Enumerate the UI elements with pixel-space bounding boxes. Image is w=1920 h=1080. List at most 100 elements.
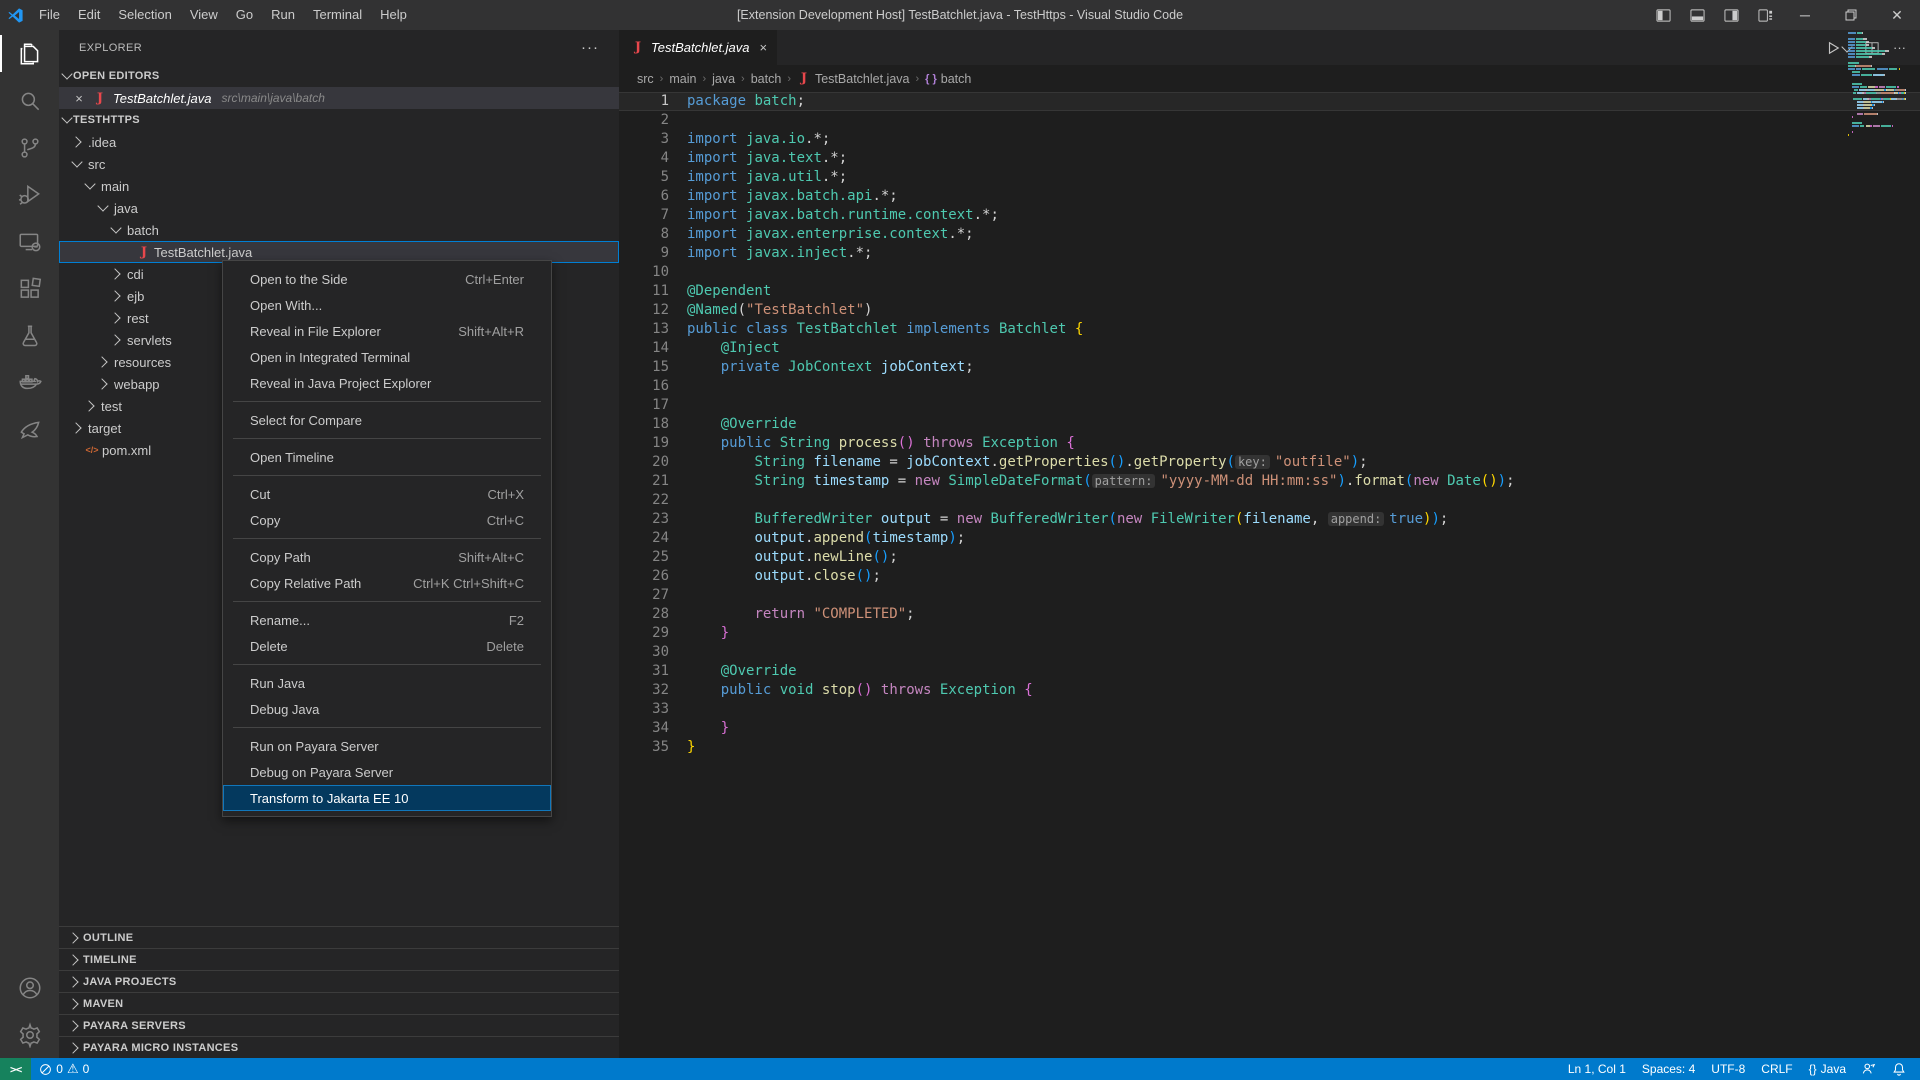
menu-item-reveal-in-file-explorer[interactable]: Reveal in File ExplorerShift+Alt+R [223, 318, 551, 344]
code-line-15[interactable]: 15 private JobContext jobContext; [619, 358, 1920, 377]
code-line-28[interactable]: 28 return "COMPLETED"; [619, 605, 1920, 624]
panel-java-projects[interactable]: JAVA PROJECTS [59, 970, 619, 992]
tree-item-main[interactable]: main [59, 175, 619, 197]
code-line-26[interactable]: 26 output.close(); [619, 567, 1920, 586]
code-line-35[interactable]: 35} [619, 738, 1920, 757]
toggle-secondary-sidebar-icon[interactable] [1714, 0, 1748, 30]
code-line-12[interactable]: 12@Named("TestBatchlet") [619, 301, 1920, 320]
menu-item-reveal-in-java-project-explorer[interactable]: Reveal in Java Project Explorer [223, 370, 551, 396]
tree-item-java[interactable]: java [59, 197, 619, 219]
menu-item-select-for-compare[interactable]: Select for Compare [223, 407, 551, 433]
tree-item--idea[interactable]: .idea [59, 131, 619, 153]
code-line-31[interactable]: 31 @Override [619, 662, 1920, 681]
breadcrumb-testbatchlet-java[interactable]: JTestBatchlet.java [797, 71, 910, 86]
menu-item-open-in-integrated-terminal[interactable]: Open in Integrated Terminal [223, 344, 551, 370]
menu-item-open-timeline[interactable]: Open Timeline [223, 444, 551, 470]
notifications-bell-icon[interactable] [1884, 1058, 1914, 1080]
cursor-position[interactable]: Ln 1, Col 1 [1560, 1058, 1634, 1080]
explorer-icon[interactable] [0, 30, 59, 77]
code-line-5[interactable]: 5import java.util.*; [619, 168, 1920, 187]
code-line-20[interactable]: 20 String filename = jobContext.getPrope… [619, 453, 1920, 472]
code-line-19[interactable]: 19 public String process() throws Except… [619, 434, 1920, 453]
code-line-7[interactable]: 7import javax.batch.runtime.context.*; [619, 206, 1920, 225]
eol-sequence[interactable]: CRLF [1753, 1058, 1800, 1080]
minimize-button[interactable]: ─ [1782, 0, 1828, 30]
menu-item-run-on-payara-server[interactable]: Run on Payara Server [223, 733, 551, 759]
code-line-21[interactable]: 21 String timestamp = new SimpleDateForm… [619, 472, 1920, 491]
menu-item-open-with[interactable]: Open With... [223, 292, 551, 318]
code-line-18[interactable]: 18 @Override [619, 415, 1920, 434]
menu-item-copy-relative-path[interactable]: Copy Relative PathCtrl+K Ctrl+Shift+C [223, 570, 551, 596]
code-line-11[interactable]: 11@Dependent [619, 282, 1920, 301]
remote-indicator[interactable]: >< [0, 1058, 31, 1080]
code-line-24[interactable]: 24 output.append(timestamp); [619, 529, 1920, 548]
minimap[interactable] [1848, 32, 1906, 137]
menu-item-debug-on-payara-server[interactable]: Debug on Payara Server [223, 759, 551, 785]
breadcrumb-batch[interactable]: batch [751, 72, 782, 86]
toggle-sidebar-icon[interactable] [1646, 0, 1680, 30]
toggle-panel-icon[interactable] [1680, 0, 1714, 30]
project-section[interactable]: TESTHTTPS [59, 109, 619, 131]
panel-payara-servers[interactable]: PAYARA SERVERS [59, 1014, 619, 1036]
code-line-4[interactable]: 4import java.text.*; [619, 149, 1920, 168]
customize-layout-icon[interactable] [1748, 0, 1782, 30]
problems-status[interactable]: 0 ⚠ 0 [31, 1058, 97, 1080]
restore-button[interactable] [1828, 0, 1874, 30]
menu-item-debug-java[interactable]: Debug Java [223, 696, 551, 722]
code-line-25[interactable]: 25 output.newLine(); [619, 548, 1920, 567]
tree-item-batch[interactable]: batch [59, 219, 619, 241]
search-icon[interactable] [0, 77, 59, 124]
code-line-27[interactable]: 27 [619, 586, 1920, 605]
language-mode[interactable]: {} Java [1801, 1058, 1854, 1080]
payara-icon[interactable] [0, 406, 59, 453]
menu-go[interactable]: Go [227, 0, 262, 30]
code-editor[interactable]: 1package batch;23import java.io.*;4impor… [619, 92, 1920, 1058]
menu-help[interactable]: Help [371, 0, 416, 30]
open-editor-item[interactable]: × J TestBatchlet.java src\main\java\batc… [59, 87, 619, 109]
tab-testbatchlet[interactable]: J TestBatchlet.java × [619, 30, 778, 65]
encoding[interactable]: UTF-8 [1703, 1058, 1753, 1080]
code-line-17[interactable]: 17 [619, 396, 1920, 415]
menu-file[interactable]: File [30, 0, 69, 30]
feedback-icon[interactable] [1854, 1058, 1884, 1080]
extensions-icon[interactable] [0, 265, 59, 312]
docker-icon[interactable] [0, 359, 59, 406]
breadcrumb-java[interactable]: java [712, 72, 735, 86]
menu-item-delete[interactable]: DeleteDelete [223, 633, 551, 659]
code-line-9[interactable]: 9import javax.inject.*; [619, 244, 1920, 263]
explorer-more-actions-icon[interactable]: ··· [581, 39, 599, 56]
breadcrumb-src[interactable]: src [637, 72, 654, 86]
code-line-1[interactable]: 1package batch; [619, 92, 1920, 111]
panel-maven[interactable]: MAVEN [59, 992, 619, 1014]
run-debug-icon[interactable] [0, 171, 59, 218]
menu-item-open-to-the-side[interactable]: Open to the SideCtrl+Enter [223, 266, 551, 292]
code-line-13[interactable]: 13public class TestBatchlet implements B… [619, 320, 1920, 339]
menu-item-run-java[interactable]: Run Java [223, 670, 551, 696]
code-line-32[interactable]: 32 public void stop() throws Exception { [619, 681, 1920, 700]
code-line-30[interactable]: 30 [619, 643, 1920, 662]
code-line-10[interactable]: 10 [619, 263, 1920, 282]
code-line-2[interactable]: 2 [619, 111, 1920, 130]
menu-item-cut[interactable]: CutCtrl+X [223, 481, 551, 507]
code-line-29[interactable]: 29 } [619, 624, 1920, 643]
code-line-22[interactable]: 22 [619, 491, 1920, 510]
close-button[interactable]: ✕ [1874, 0, 1920, 30]
code-line-3[interactable]: 3import java.io.*; [619, 130, 1920, 149]
menu-terminal[interactable]: Terminal [304, 0, 371, 30]
indentation[interactable]: Spaces: 4 [1634, 1058, 1703, 1080]
menu-item-copy-path[interactable]: Copy PathShift+Alt+C [223, 544, 551, 570]
code-line-14[interactable]: 14 @Inject [619, 339, 1920, 358]
close-editor-icon[interactable]: × [71, 91, 87, 106]
code-line-16[interactable]: 16 [619, 377, 1920, 396]
panel-timeline[interactable]: TIMELINE [59, 948, 619, 970]
code-line-8[interactable]: 8import javax.enterprise.context.*; [619, 225, 1920, 244]
menu-view[interactable]: View [181, 0, 227, 30]
menu-edit[interactable]: Edit [69, 0, 109, 30]
remote-explorer-icon[interactable] [0, 218, 59, 265]
panel-payara-micro-instances[interactable]: PAYARA MICRO INSTANCES [59, 1036, 619, 1058]
panel-outline[interactable]: OUTLINE [59, 926, 619, 948]
settings-icon[interactable] [0, 1011, 59, 1058]
code-line-6[interactable]: 6import javax.batch.api.*; [619, 187, 1920, 206]
tab-close-icon[interactable]: × [760, 40, 768, 55]
testing-icon[interactable] [0, 312, 59, 359]
